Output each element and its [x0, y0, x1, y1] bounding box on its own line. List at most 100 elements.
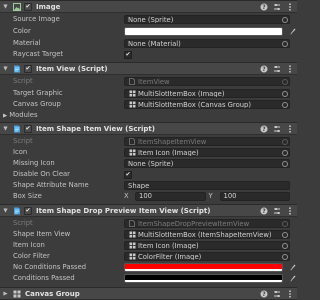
grid-object-icon	[128, 149, 136, 156]
property-label: Target Graphic	[13, 89, 63, 97]
component-enabled-checkbox[interactable]: ✔	[24, 64, 32, 73]
grid-object-icon	[128, 90, 136, 97]
conditions-passed-color-swatch[interactable]	[124, 274, 283, 283]
foldout-open-icon[interactable]: ▼	[1, 208, 10, 214]
grid-object-icon	[128, 242, 136, 249]
component-header-canvas-group[interactable]: ▶ Canvas Group ?	[0, 287, 297, 300]
foldout-open-icon[interactable]: ▼	[1, 66, 10, 72]
raycast-target-checkbox[interactable]: ✔	[124, 51, 132, 59]
eyedropper-icon[interactable]	[290, 264, 296, 271]
foldout-open-icon[interactable]: ▼	[1, 126, 10, 132]
property-row-modules[interactable]: ▶ Modules	[0, 110, 297, 121]
component-title: Item Shape Drop Preview Item View (Scrip…	[36, 206, 211, 215]
component-enabled-checkbox[interactable]: ✔	[24, 2, 32, 11]
x-label[interactable]: X	[124, 192, 132, 201]
help-icon[interactable]: ?	[259, 206, 268, 216]
no-conditions-passed-color-swatch[interactable]	[124, 263, 283, 272]
property-label: Disable On Clear	[13, 170, 70, 178]
object-picker-icon[interactable]	[282, 102, 288, 108]
svg-text:?: ?	[262, 208, 266, 215]
source-image-field[interactable]: None (Sprite)	[124, 15, 290, 24]
component-header-item-shape-drop-preview[interactable]: ▼ ✔ Item Shape Drop Preview Item View (S…	[0, 204, 297, 217]
field-value: None (Material)	[128, 39, 181, 48]
property-row-script: Script ItemView	[0, 76, 297, 87]
help-icon[interactable]: ?	[259, 124, 268, 134]
object-picker-icon	[282, 139, 288, 145]
object-picker-icon[interactable]	[282, 17, 288, 23]
component-header-item-shape-item-view[interactable]: ▼ ✔ Item Shape Item View (Script) ?	[0, 122, 297, 135]
box-size-y-input[interactable]: 100	[219, 192, 290, 201]
image-component-icon	[12, 2, 21, 11]
disable-on-clear-checkbox[interactable]: ✔	[124, 171, 132, 179]
field-value: ItemShapeItemView	[138, 137, 207, 146]
component-header-image[interactable]: ▼ ✔ Image ?	[0, 0, 297, 13]
property-label: Modules	[9, 111, 38, 119]
shape-item-view-field[interactable]: MultiSlotItemBox (ItemShapeItemView)	[124, 230, 290, 239]
component-header-item-view[interactable]: ▼ ✔ Item View (Script) ?	[0, 62, 297, 75]
preset-sliders-icon[interactable]	[272, 124, 281, 134]
preset-sliders-icon[interactable]	[272, 64, 281, 74]
property-label: Source Image	[13, 15, 60, 23]
svg-text:?: ?	[262, 126, 266, 133]
target-graphic-field[interactable]: MultiSlotItemBox (Image)	[124, 89, 290, 98]
foldout-closed-icon[interactable]: ▶	[1, 291, 10, 297]
preset-sliders-icon[interactable]	[272, 206, 281, 216]
object-picker-icon[interactable]	[282, 161, 288, 167]
object-picker-icon[interactable]	[282, 41, 288, 47]
help-icon[interactable]: ?	[259, 64, 268, 74]
object-picker-icon[interactable]	[282, 150, 288, 156]
material-field[interactable]: None (Material)	[124, 39, 290, 48]
eyedropper-icon[interactable]	[290, 28, 296, 35]
help-icon[interactable]: ?	[259, 2, 268, 12]
object-picker-icon[interactable]	[282, 243, 288, 249]
context-menu-icon[interactable]	[285, 124, 294, 134]
field-value: Shape	[128, 181, 150, 190]
property-row-no-conditions-passed: No Conditions Passed	[0, 262, 297, 273]
svg-text:?: ?	[262, 4, 266, 11]
property-row-material: Material None (Material)	[0, 38, 297, 49]
missing-icon-field[interactable]: None (Sprite)	[124, 159, 290, 168]
canvas-group-component-icon	[12, 289, 21, 298]
shape-attribute-name-input[interactable]: Shape	[124, 181, 290, 190]
color-filter-field[interactable]: ColorFilter (Image)	[124, 252, 290, 261]
component-enabled-checkbox[interactable]: ✔	[24, 206, 32, 215]
component-title: Canvas Group	[25, 289, 80, 298]
field-value: MultiSlotItemBox (Image)	[138, 89, 225, 98]
box-size-x-input[interactable]: 100	[135, 192, 206, 201]
object-picker-icon[interactable]	[282, 232, 288, 238]
canvas-group-field[interactable]: MultiSlotItemBox (Canvas Group)	[124, 100, 290, 109]
item-icon-field[interactable]: Item Icon (Image)	[124, 241, 290, 250]
property-label: Raycast Target	[13, 50, 64, 58]
component-enabled-checkbox[interactable]: ✔	[24, 124, 32, 133]
color-swatch[interactable]	[124, 27, 283, 36]
script-file-icon	[128, 220, 136, 227]
object-picker-icon[interactable]	[282, 91, 288, 97]
foldout-closed-icon[interactable]: ▶	[3, 113, 7, 119]
property-row-missing-icon: Missing Icon None (Sprite)	[0, 158, 297, 169]
icon-field[interactable]: Item Icon (Image)	[124, 148, 290, 157]
preset-sliders-icon[interactable]	[272, 2, 281, 12]
property-label: Script	[13, 219, 33, 227]
eyedropper-icon[interactable]	[290, 275, 296, 282]
object-picker-icon[interactable]	[282, 254, 288, 260]
property-row-item-icon: Item Icon Item Icon (Image)	[0, 240, 297, 251]
context-menu-icon[interactable]	[285, 289, 294, 299]
component-title: Item View (Script)	[36, 64, 108, 73]
property-label: Item Icon	[13, 241, 45, 249]
foldout-open-icon[interactable]: ▼	[1, 4, 10, 10]
field-value: ColorFilter (Image)	[138, 252, 202, 261]
property-row-icon: Icon Item Icon (Image)	[0, 147, 297, 158]
context-menu-icon[interactable]	[285, 64, 294, 74]
property-row-color-filter: Color Filter ColorFilter (Image)	[0, 251, 297, 262]
help-icon[interactable]: ?	[259, 289, 268, 299]
context-menu-icon[interactable]	[285, 2, 294, 12]
field-value: ItemView	[138, 77, 170, 86]
grid-object-icon	[128, 253, 136, 260]
property-row-raycast-target: Raycast Target ✔	[0, 49, 297, 60]
y-label[interactable]: Y	[209, 192, 217, 201]
preset-sliders-icon[interactable]	[272, 289, 281, 299]
modules-foldout[interactable]: ▶ Modules	[3, 111, 38, 119]
context-menu-icon[interactable]	[285, 206, 294, 216]
property-label: Box Size	[13, 192, 42, 200]
field-value: ItemShapeDropPreviewItemView	[138, 219, 250, 228]
